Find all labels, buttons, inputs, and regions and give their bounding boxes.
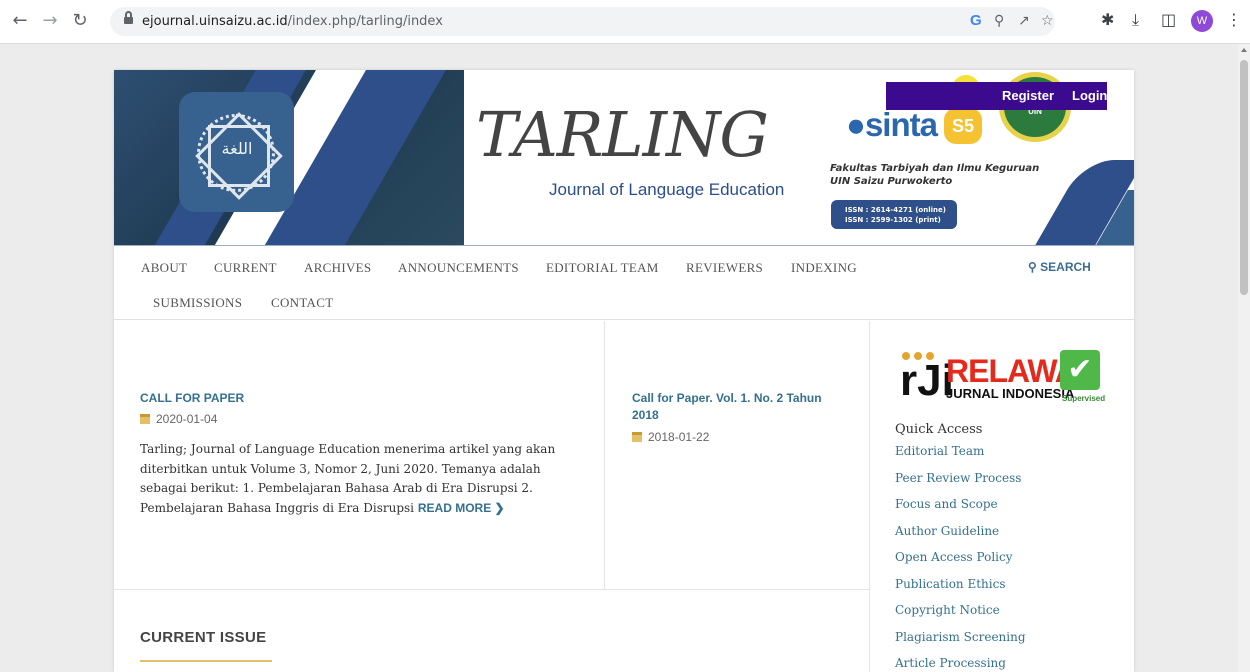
- sidebar-icon[interactable]: ◫: [1161, 10, 1176, 29]
- quick-link-focus-scope[interactable]: Focus and Scope: [895, 497, 998, 511]
- faculty-text: Fakultas Tarbiyah dan Ilmu Keguruan UIN …: [830, 162, 1039, 188]
- announcement-date-text: 2020-01-04: [156, 412, 218, 426]
- scroll-up-icon[interactable]: [1241, 48, 1247, 52]
- quick-link-open-access[interactable]: Open Access Policy: [895, 550, 1013, 564]
- announcement-title-line2: 2018: [632, 408, 659, 422]
- quick-link-publication-ethics[interactable]: Publication Ethics: [895, 577, 1006, 591]
- column-divider: [604, 321, 605, 589]
- search-label: SEARCH: [1040, 260, 1091, 274]
- quick-link-peer-review[interactable]: Peer Review Process: [895, 471, 1021, 485]
- journal-title: TARLING: [476, 98, 769, 171]
- faculty-line2: UIN Saizu Purwokerto: [830, 176, 953, 187]
- announcement-date-text: 2018-01-22: [648, 430, 710, 444]
- nav-announcements[interactable]: ANNOUNCEMENTS: [398, 260, 519, 276]
- google-icon[interactable]: G: [970, 12, 982, 29]
- nav-reviewers[interactable]: REVIEWERS: [686, 260, 763, 276]
- quick-access-title: Quick Access: [895, 422, 983, 437]
- nav-indexing[interactable]: INDEXING: [791, 260, 857, 276]
- current-issue-heading: CURRENT ISSUE: [140, 629, 267, 646]
- read-more-link[interactable]: READ MORE ❯: [418, 501, 505, 515]
- menu-icon[interactable]: ⋮: [1226, 10, 1242, 29]
- register-link[interactable]: Register: [1002, 88, 1054, 103]
- extensions-icon[interactable]: ✱: [1101, 10, 1114, 29]
- nav-contact[interactable]: CONTACT: [271, 295, 333, 311]
- issn-print: ISSN : 2599-1302 (print): [845, 216, 941, 224]
- sinta-level-badge: S5: [944, 108, 982, 144]
- sinta-label: sinta: [864, 106, 938, 143]
- url-text: ejournal.uinsaizu.ac.id/index.php/tarlin…: [142, 14, 443, 29]
- nav-about[interactable]: ABOUT: [141, 260, 187, 276]
- sinta-logo: ●sinta: [846, 106, 938, 143]
- heading-underline: [140, 660, 272, 662]
- address-bar[interactable]: ejournal.uinsaizu.ac.id/index.php/tarlin…: [110, 7, 1055, 36]
- calendar-icon: [632, 432, 642, 442]
- relawan-jurnal-logo[interactable]: rJi RELAWAN JURNAL INDONESIA ✔ Supervise…: [900, 350, 1106, 410]
- quick-link-plagiarism[interactable]: Plagiarism Screening: [895, 630, 1026, 644]
- column-divider: [869, 321, 870, 672]
- header-banner: اللغة TARLING Journal of Language Educat…: [114, 70, 1134, 246]
- announcement-title-line1: Call for Paper. Vol. 1. No. 2 Tahun: [632, 391, 822, 405]
- user-nav-bar: Register Login: [886, 82, 1107, 110]
- read-more-label: READ MORE: [417, 500, 492, 515]
- quick-link-copyright[interactable]: Copyright Notice: [895, 603, 1000, 617]
- issn-badge: ISSN : 2614-4271 (online) ISSN : 2599-13…: [831, 200, 957, 229]
- page-scrollbar[interactable]: [1238, 44, 1250, 672]
- nav-archives[interactable]: ARCHIVES: [304, 260, 371, 276]
- logo-text: اللغة: [221, 139, 253, 158]
- journal-subtitle: Journal of Language Education: [549, 180, 785, 199]
- announcement-title[interactable]: Call for Paper. Vol. 1. No. 2 Tahun 2018: [632, 390, 847, 424]
- nav-editorial-team[interactable]: EDITORIAL TEAM: [546, 260, 659, 276]
- supervised-label: Supervised: [1062, 394, 1106, 403]
- url-host: ejournal.uinsaizu.ac.id: [142, 14, 288, 29]
- calendar-icon: [140, 414, 150, 424]
- journal-logo[interactable]: اللغة: [179, 92, 294, 212]
- quick-link-author-guideline[interactable]: Author Guideline: [895, 524, 999, 538]
- announcement-date: 2020-01-04: [140, 412, 217, 426]
- login-link[interactable]: Login: [1072, 88, 1107, 103]
- lock-icon[interactable]: [124, 11, 133, 26]
- reload-icon[interactable]: ↻: [68, 9, 92, 33]
- chevron-right-icon: ❯: [494, 500, 505, 515]
- browser-toolbar: ← → ↻ ejournal.uinsaizu.ac.id/index.php/…: [0, 0, 1250, 44]
- nav-submissions[interactable]: SUBMISSIONS: [153, 295, 242, 311]
- announcement-date: 2018-01-22: [632, 430, 709, 444]
- check-icon: ✔: [1060, 350, 1100, 390]
- back-icon[interactable]: ←: [8, 9, 32, 33]
- quick-link-article-processing[interactable]: Article Processing: [895, 656, 1006, 670]
- forward-icon[interactable]: →: [38, 9, 62, 33]
- banner-divider: [114, 245, 1134, 246]
- primary-nav: ABOUT CURRENT ARCHIVES ANNOUNCEMENTS EDI…: [114, 248, 1134, 320]
- share-icon[interactable]: ↗: [1018, 13, 1030, 29]
- download-icon[interactable]: ⤓: [1132, 10, 1139, 30]
- row-divider: [114, 589, 869, 590]
- star-icon[interactable]: ☆: [1041, 13, 1054, 29]
- zoom-icon[interactable]: ⚲: [994, 13, 1004, 29]
- faculty-line1: Fakultas Tarbiyah dan Ilmu Keguruan: [830, 163, 1040, 174]
- scroll-thumb[interactable]: [1240, 60, 1248, 295]
- relawan-sub: JURNAL INDONESIA: [946, 386, 1075, 401]
- banner-dot: [1111, 170, 1129, 188]
- nav-current[interactable]: CURRENT: [214, 260, 277, 276]
- banner-dot: [399, 84, 412, 97]
- nav-search[interactable]: ⚲ SEARCH: [1028, 260, 1091, 274]
- search-icon: ⚲: [1028, 260, 1037, 274]
- url-path: /index.php/tarling/index: [287, 14, 443, 29]
- issn-online: ISSN : 2614-4271 (online): [845, 206, 946, 214]
- profile-avatar[interactable]: W: [1191, 10, 1213, 32]
- announcement-body: Tarling; Journal of Language Education m…: [140, 440, 570, 518]
- journal-page: اللغة TARLING Journal of Language Educat…: [114, 70, 1134, 672]
- announcement-title[interactable]: CALL FOR PAPER: [140, 390, 244, 407]
- quick-link-editorial-team[interactable]: Editorial Team: [895, 444, 984, 458]
